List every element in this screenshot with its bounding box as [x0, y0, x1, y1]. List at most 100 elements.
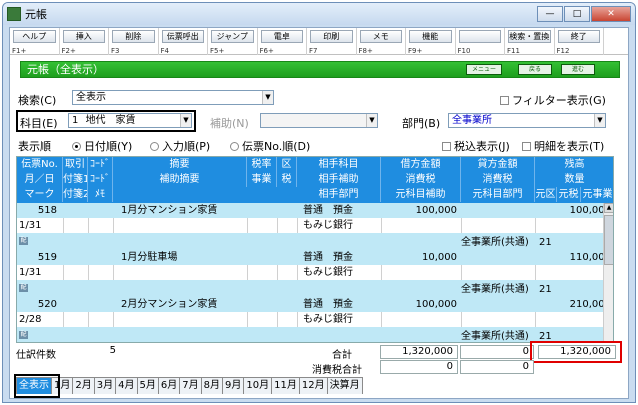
account-select[interactable]: 1 地代 家賃 ▼ — [68, 113, 192, 128]
grid-body: 518 1月分マンション家賃 普通 預金 100,000 100,000 1/31 もみじ銀… — [17, 203, 613, 342]
fkey-label: 電卓 — [260, 30, 303, 43]
grid-header: 伝票No. 取引 ｺｰﾄﾞ 摘要 税率 区 相手科目 借方金額 貸方金額 残高 … — [17, 157, 613, 203]
minimize-button[interactable]: — — [537, 6, 563, 22]
menu-button[interactable]: メニュー — [466, 64, 502, 75]
detail-toggle[interactable]: 明細を表示(T) — [522, 138, 604, 154]
fkey-label — [458, 30, 501, 43]
dept-label: 部門(B) — [402, 117, 441, 130]
table-row[interactable]: 518 1月分マンション家賃 普通 預金 100,000 100,000 — [17, 203, 613, 218]
table-row-sub[interactable]: 1/31 もみじ銀行 — [17, 265, 613, 280]
table-row-dept[interactable]: 配全事業所(共通) 21 — [17, 280, 613, 297]
scroll-up-icon[interactable]: ▲ — [604, 203, 613, 213]
credit-total: 0 — [460, 345, 534, 359]
col-code2: ｺｰﾄﾞ — [88, 172, 113, 187]
memo-mark-icon: 配 — [19, 331, 28, 339]
page-banner: 元帳（全表示） メニュー 戻る 進む — [20, 61, 620, 78]
fkey-1[interactable]: ヘルプ F1+ — [10, 28, 60, 55]
fkey-label: ジャンプ — [211, 30, 254, 43]
radio-selected-icon — [72, 142, 81, 151]
tab-9[interactable]: 9月 — [222, 377, 245, 394]
order-input-radio[interactable]: 入力順(P) — [150, 138, 210, 154]
balance: 110,000 — [569, 252, 611, 263]
tab-5[interactable]: 5月 — [136, 377, 159, 394]
window-controls: — □ ✕ — [536, 6, 631, 22]
dept-value: 全事業所 — [452, 115, 492, 126]
fkey-12[interactable]: 終了 F12 — [555, 28, 604, 55]
tab-12[interactable]: 12月 — [298, 377, 328, 394]
fkey-5[interactable]: ジャンプ F5+ — [208, 28, 258, 55]
account-label: 科目(E) — [20, 117, 58, 130]
order-slip-radio[interactable]: 伝票No.順(D) — [230, 138, 310, 154]
checkbox-icon — [522, 142, 531, 151]
scroll-thumb[interactable] — [604, 215, 613, 265]
ledger-window: 元帳 — □ ✕ ヘルプ F1+ 挿入 F2+ 削除 F3 伝票呼出 F4 ジャンプ F5+ 電卓 F… — [2, 2, 636, 403]
slip-no: 520 — [37, 299, 57, 310]
col-quantity: 数量 — [535, 172, 613, 187]
debit-amount: 10,000 — [422, 252, 457, 263]
checkbox-icon — [442, 142, 451, 151]
radio-icon — [150, 142, 159, 151]
fkey-11[interactable]: 検索・置換 F11 — [505, 28, 555, 55]
balance: 100,000 — [569, 205, 611, 216]
tab-4[interactable]: 4月 — [115, 377, 138, 394]
fkey-9[interactable]: 機能 F9+ — [406, 28, 456, 55]
col-counter-sub: 相手補助 — [297, 172, 381, 187]
fkey-8[interactable]: メモ F8+ — [357, 28, 406, 55]
table-row-sub[interactable]: 1/31 もみじ銀行 — [17, 218, 613, 233]
tab-7[interactable]: 7月 — [179, 377, 202, 394]
tax-toggle[interactable]: 税込表示(J) — [442, 138, 510, 154]
table-row[interactable]: 520 2月分マンション家賃 普通 預金 100,000 210,000 — [17, 297, 613, 312]
total-label: 合計 — [332, 350, 352, 361]
fkey-label: 伝票呼出 — [161, 30, 204, 43]
chevron-down-icon: ▼ — [366, 114, 377, 127]
tab-3[interactable]: 3月 — [93, 377, 117, 394]
fkey-number: F1+ — [12, 47, 27, 55]
tab-11[interactable]: 11月 — [271, 377, 300, 394]
table-row-sub[interactable]: 2/28 もみじ銀行 — [17, 312, 613, 327]
col-credit-tax: 消費税 — [461, 172, 535, 187]
filter-toggle[interactable]: フィルター表示(G) — [500, 92, 606, 108]
fkey-label: 挿入 — [62, 30, 105, 43]
balance-total-highlight — [530, 341, 622, 363]
entry-count-label: 仕訳件数 — [16, 350, 56, 361]
table-row[interactable]: 519 1月分駐車場 普通 預金 10,000 110,000 — [17, 250, 613, 265]
search-label: 検索(C) — [18, 94, 57, 107]
description: 1月分マンション家賃 — [121, 205, 218, 216]
fkey-7[interactable]: 印刷 F7 — [307, 28, 357, 55]
tax-credit-total: 0 — [460, 360, 534, 374]
close-button[interactable]: ✕ — [591, 6, 631, 22]
col-tax: 税 — [277, 172, 297, 187]
tax-debit-total: 0 — [380, 360, 458, 374]
counter-sub-account: もみじ銀行 — [303, 267, 353, 278]
col-mark: マーク — [17, 187, 63, 202]
order-label: 表示順 — [18, 140, 51, 153]
fkey-number: F11 — [507, 47, 520, 55]
tab-13[interactable]: 決算月 — [326, 377, 363, 394]
table-row-dept[interactable]: 配全事業所(共通) 21 — [17, 327, 613, 342]
tab-6[interactable]: 6月 — [157, 377, 181, 394]
orig-ku-code: 21 — [539, 284, 552, 295]
fkey-number: F5+ — [210, 47, 225, 55]
fkey-4[interactable]: 伝票呼出 F4 — [159, 28, 208, 55]
fkey-2[interactable]: 挿入 F2+ — [60, 28, 109, 55]
account-code: 1 — [72, 115, 79, 126]
vertical-scrollbar[interactable]: ▲ — [603, 203, 613, 342]
fkey-3[interactable]: 削除 F3 — [109, 28, 159, 55]
tab-2[interactable]: 2月 — [72, 377, 95, 394]
dept-select[interactable]: 全事業所 ▼ — [448, 113, 606, 128]
fkey-6[interactable]: 電卓 F6+ — [258, 28, 307, 55]
search-select[interactable]: 全表示 ▼ — [72, 90, 274, 105]
col-desc: 摘要 — [113, 157, 247, 172]
table-row-dept[interactable]: 配全事業所(共通) 21 — [17, 233, 613, 250]
next-button[interactable]: 進む — [561, 64, 595, 75]
fkey-10[interactable]: F10 — [456, 28, 505, 55]
chevron-down-icon: ▼ — [180, 114, 191, 127]
slip-no: 518 — [37, 205, 57, 216]
col-tag1: 付箋1 — [63, 172, 88, 187]
order-date-radio[interactable]: 日付順(Y) — [72, 138, 132, 154]
tab-8[interactable]: 8月 — [200, 377, 223, 394]
maximize-button[interactable]: □ — [564, 6, 590, 22]
account-value: 地代 家賃 — [85, 115, 136, 126]
back-button[interactable]: 戻る — [518, 64, 552, 75]
tab-10[interactable]: 10月 — [243, 377, 273, 394]
